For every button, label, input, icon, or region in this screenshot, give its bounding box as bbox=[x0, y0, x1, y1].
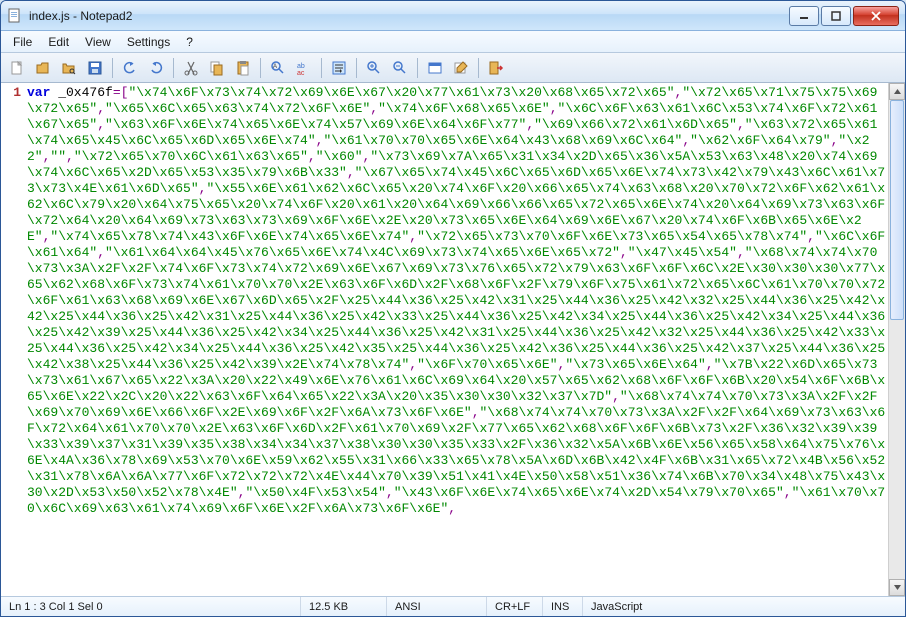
replace-icon[interactable]: abac bbox=[292, 56, 316, 80]
word-wrap-icon[interactable] bbox=[327, 56, 351, 80]
scheme-icon[interactable] bbox=[423, 56, 447, 80]
status-language: JavaScript bbox=[583, 597, 905, 616]
menu-help[interactable]: ? bbox=[178, 31, 201, 52]
undo-icon[interactable] bbox=[118, 56, 142, 80]
menu-label: Edit bbox=[48, 35, 69, 49]
open-file-icon[interactable] bbox=[31, 56, 55, 80]
status-eol: CR+LF bbox=[487, 597, 543, 616]
menu-label: Settings bbox=[127, 35, 170, 49]
status-insert: INS bbox=[543, 597, 583, 616]
editor: 1 var _0x476f=["\x74\x6F\x73\x74\x72\x69… bbox=[1, 83, 905, 596]
menu-label: ? bbox=[186, 35, 193, 49]
app-icon bbox=[7, 8, 23, 24]
status-size: 12.5 KB bbox=[301, 597, 387, 616]
toolbar-separator bbox=[321, 58, 322, 78]
save-icon[interactable] bbox=[83, 56, 107, 80]
menu-edit[interactable]: Edit bbox=[40, 31, 77, 52]
window-title: index.js - Notepad2 bbox=[29, 9, 789, 23]
menu-view[interactable]: View bbox=[77, 31, 119, 52]
paste-icon[interactable] bbox=[231, 56, 255, 80]
toolbar-separator bbox=[173, 58, 174, 78]
close-button[interactable] bbox=[853, 6, 899, 26]
find-icon[interactable]: A bbox=[266, 56, 290, 80]
menu-file[interactable]: File bbox=[5, 31, 40, 52]
scroll-down-icon[interactable] bbox=[889, 579, 905, 596]
minimize-button[interactable] bbox=[789, 6, 819, 26]
maximize-button[interactable] bbox=[821, 6, 851, 26]
cut-icon[interactable] bbox=[179, 56, 203, 80]
toolbar: Aabac bbox=[1, 53, 905, 83]
zoom-in-icon[interactable] bbox=[362, 56, 386, 80]
menubar: File Edit View Settings ? bbox=[1, 31, 905, 53]
copy-icon[interactable] bbox=[205, 56, 229, 80]
status-encoding: ANSI bbox=[387, 597, 487, 616]
line-number: 1 bbox=[1, 85, 21, 100]
scroll-thumb[interactable] bbox=[890, 100, 904, 320]
zoom-out-icon[interactable] bbox=[388, 56, 412, 80]
browse-folder-icon[interactable] bbox=[57, 56, 81, 80]
customize-icon[interactable] bbox=[449, 56, 473, 80]
svg-text:ac: ac bbox=[297, 70, 305, 76]
redo-icon[interactable] bbox=[144, 56, 168, 80]
svg-text:A: A bbox=[273, 64, 277, 70]
window-controls bbox=[789, 6, 899, 26]
titlebar: index.js - Notepad2 bbox=[1, 1, 905, 31]
status-position: Ln 1 : 3 Col 1 Sel 0 bbox=[1, 597, 301, 616]
scroll-up-icon[interactable] bbox=[889, 83, 905, 100]
code-area[interactable]: var _0x476f=["\x74\x6F\x73\x74\x72\x69\x… bbox=[27, 83, 888, 596]
vertical-scrollbar[interactable] bbox=[888, 83, 905, 596]
new-file-icon[interactable] bbox=[5, 56, 29, 80]
toolbar-separator bbox=[417, 58, 418, 78]
toolbar-separator bbox=[356, 58, 357, 78]
toolbar-separator bbox=[112, 58, 113, 78]
statusbar: Ln 1 : 3 Col 1 Sel 0 12.5 KB ANSI CR+LF … bbox=[1, 596, 905, 616]
line-gutter: 1 bbox=[1, 83, 27, 596]
menu-label: View bbox=[85, 35, 111, 49]
toolbar-separator bbox=[478, 58, 479, 78]
svg-text:ab: ab bbox=[297, 63, 305, 70]
menu-settings[interactable]: Settings bbox=[119, 31, 178, 52]
menu-label: File bbox=[13, 35, 32, 49]
exit-icon[interactable] bbox=[484, 56, 508, 80]
toolbar-separator bbox=[260, 58, 261, 78]
